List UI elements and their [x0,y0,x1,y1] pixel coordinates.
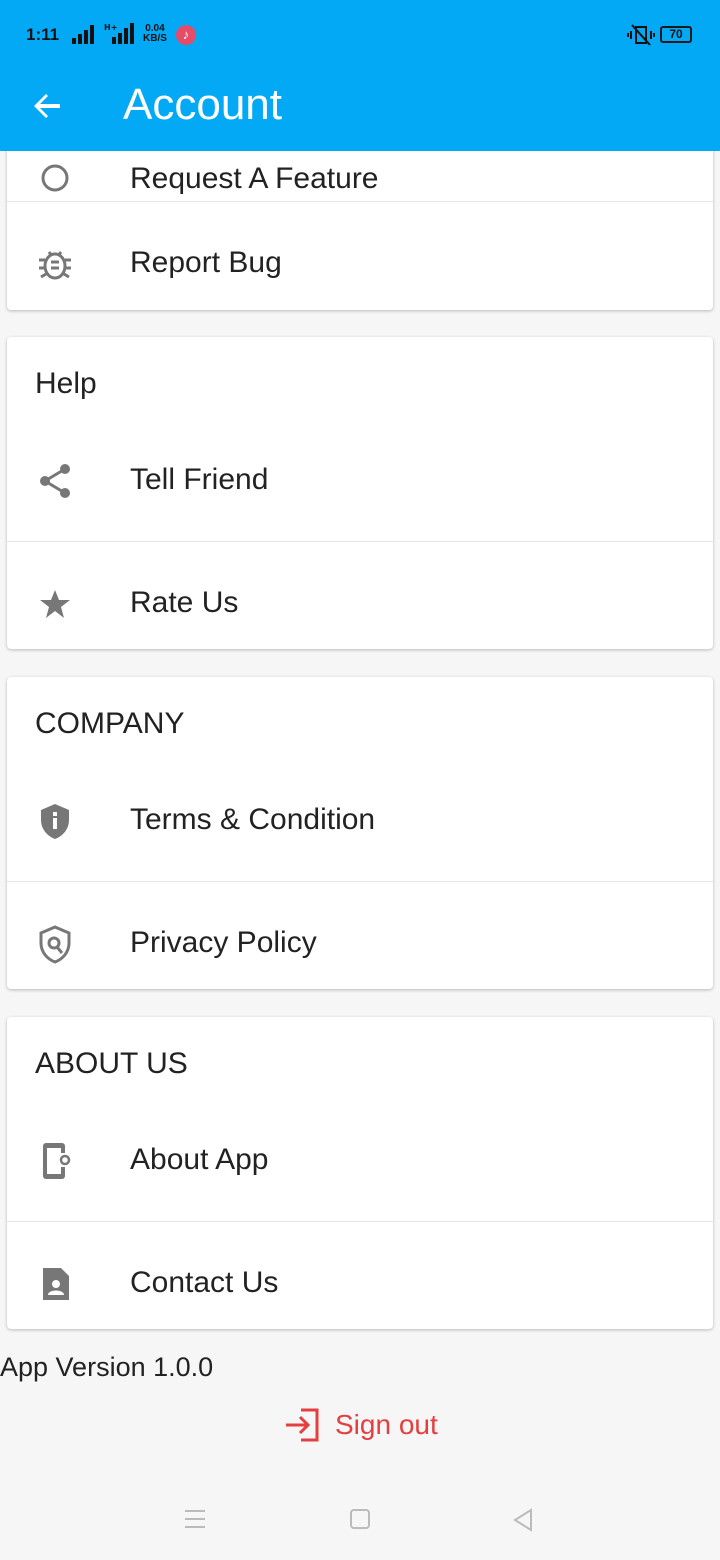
svg-text:H+: H+ [104,23,117,32]
back-icon[interactable] [511,1508,535,1532]
contact-us-row[interactable]: Contact Us [7,1222,713,1329]
privacy-policy-row[interactable]: Privacy Policy [7,882,713,989]
app-bar: 1:11 H+ 0.04 KB/S ♪ 70 Account [0,0,720,151]
lightbulb-icon [41,164,69,192]
vibrate-mute-icon [627,24,655,46]
terms-row[interactable]: Terms & Condition [7,761,713,881]
share-icon [40,464,70,498]
battery-indicator: 70 [660,26,692,43]
rate-us-row[interactable]: Rate Us [7,542,713,649]
company-section-title: COMPANY [35,707,185,740]
signal-icon [72,25,94,44]
system-nav-bar [0,1490,720,1560]
contact-card-icon [43,1268,69,1300]
about-section-title: ABOUT US [35,1047,188,1080]
request-feature-label: Request A Feature [130,162,379,195]
shield-search-icon [39,925,71,964]
sign-in-icon [286,1408,319,1442]
help-card: Help Tell Friend Rate Us [7,337,713,649]
sign-out-button[interactable]: Sign out [283,1405,438,1445]
signal-hd-icon: H+ [104,23,134,44]
report-bug-label: Report Bug [130,246,282,279]
music-notification-icon: ♪ [176,25,196,45]
terms-label: Terms & Condition [130,803,376,836]
rate-us-label: Rate Us [130,586,239,619]
tell-friend-row[interactable]: Tell Friend [7,421,713,541]
about-app-row[interactable]: About App [7,1101,713,1221]
page-title: Account [123,80,282,129]
help-section-title: Help [35,367,97,400]
back-arrow-icon[interactable] [26,84,70,128]
about-app-label: About App [130,1143,269,1176]
contact-us-label: Contact Us [130,1266,279,1299]
sign-out-label: Sign out [335,1409,438,1440]
app-version: App Version 1.0.0 [0,1352,214,1382]
tell-friend-label: Tell Friend [130,463,269,496]
star-icon [40,590,70,618]
phone-settings-icon [43,1143,71,1179]
bug-icon [39,251,71,280]
report-bug-row[interactable]: Report Bug [7,202,713,310]
privacy-policy-label: Privacy Policy [130,926,317,959]
status-bar: 1:11 H+ 0.04 KB/S ♪ 70 [0,0,720,70]
menu-icon[interactable] [183,1508,207,1530]
home-icon[interactable] [349,1508,371,1530]
shield-info-icon [41,804,69,839]
company-card: COMPANY Terms & Condition Privacy Policy [7,677,713,989]
status-time: 1:11 [26,25,60,44]
about-card: ABOUT US About App Contact Us [7,1017,713,1329]
network-speed: 0.04 KB/S [143,23,167,44]
